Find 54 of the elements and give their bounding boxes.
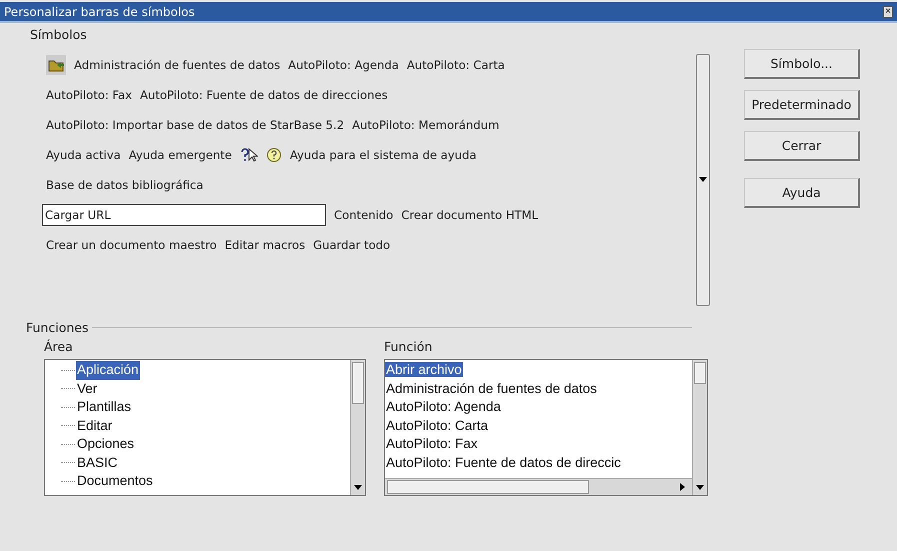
tree-item[interactable]: Ver	[76, 380, 98, 398]
question-pointer-icon	[240, 147, 258, 163]
tree-item[interactable]: Opciones	[76, 435, 136, 454]
tree-item[interactable]: Documentos	[76, 472, 154, 490]
toolbar-command[interactable]: Crear documento HTML	[401, 207, 538, 223]
scrollbar[interactable]	[692, 360, 707, 495]
toolbar-command[interactable]: Ayuda emergente	[128, 147, 232, 163]
tree-item[interactable]: Plantillas	[76, 398, 132, 416]
toolbar-command[interactable]: AutoPiloto: Carta	[406, 57, 505, 73]
dialog-button[interactable]: Predeterminado	[744, 90, 860, 120]
toolbar-command[interactable]: AutoPiloto: Fax	[46, 87, 132, 103]
toolbar-command[interactable]: AutoPiloto: Fuente de datos de direcciones	[140, 87, 388, 103]
scrollbar[interactable]	[696, 54, 710, 306]
list-item[interactable]: AutoPiloto: Agenda	[385, 399, 502, 414]
dialog-button[interactable]: Cerrar	[744, 131, 860, 161]
window-title: Personalizar barras de símbolos	[4, 4, 195, 18]
toolbar-command[interactable]: Administración de fuentes de datos	[74, 57, 280, 73]
toolbar-command[interactable]: Crear un documento maestro	[46, 237, 217, 253]
tree-item[interactable]: Aplicación	[76, 361, 140, 380]
toolbar-command[interactable]: Editar macros	[224, 237, 306, 253]
toolbar-command[interactable]: AutoPiloto: Importar base de datos de StarBase 5.2	[46, 117, 344, 133]
toolbar-command[interactable]: Ayuda para el sistema de ayuda	[290, 147, 476, 163]
scroll-down-icon	[354, 485, 362, 491]
list-item[interactable]: AutoPiloto: Fuente de datos de direccic	[385, 454, 622, 470]
scrollbar-thumb[interactable]	[694, 362, 706, 384]
toolbar-command[interactable]: AutoPiloto: Memorándum	[352, 117, 500, 133]
toolbar-command[interactable]: Guardar todo	[313, 237, 390, 253]
list-item[interactable]: Administración de fuentes de datos	[385, 380, 598, 396]
list-item[interactable]: Abrir archivo	[385, 362, 463, 377]
scroll-down-icon	[696, 485, 704, 491]
dialog-button[interactable]: Ayuda	[744, 178, 860, 208]
section-label: Símbolos	[30, 27, 88, 42]
toolbar-command[interactable]: Ayuda activa	[46, 147, 121, 163]
list-item[interactable]: AutoPiloto: Carta	[385, 418, 490, 432]
tree-item[interactable]: BASIC	[76, 454, 119, 472]
section-label: Funciones	[26, 320, 88, 335]
list-item[interactable]: AutoPiloto: Fax	[385, 436, 479, 451]
scrollbar-thumb[interactable]	[352, 362, 364, 404]
folder-icon	[46, 55, 66, 75]
close-button[interactable]: ×	[883, 6, 893, 18]
scroll-right-icon	[680, 483, 686, 491]
list-label: Función	[384, 339, 434, 354]
toolbar-command[interactable]: Base de datos bibliográfica	[46, 177, 204, 193]
list-label: Área	[44, 339, 74, 354]
dialog-button[interactable]: Símbolo...	[744, 49, 860, 79]
toolbar-command[interactable]: AutoPiloto: Agenda	[288, 57, 399, 73]
tree-item[interactable]: Editar	[76, 416, 114, 435]
scrollbar-thumb[interactable]	[387, 480, 589, 494]
toolbar-command[interactable]: Contenido	[334, 207, 394, 223]
scrollbar[interactable]	[350, 360, 365, 495]
scroll-down-icon	[699, 177, 707, 183]
scrollbar[interactable]	[385, 478, 692, 495]
toolbar-command[interactable]: Cargar URL	[42, 204, 326, 226]
help-icon	[266, 147, 282, 163]
